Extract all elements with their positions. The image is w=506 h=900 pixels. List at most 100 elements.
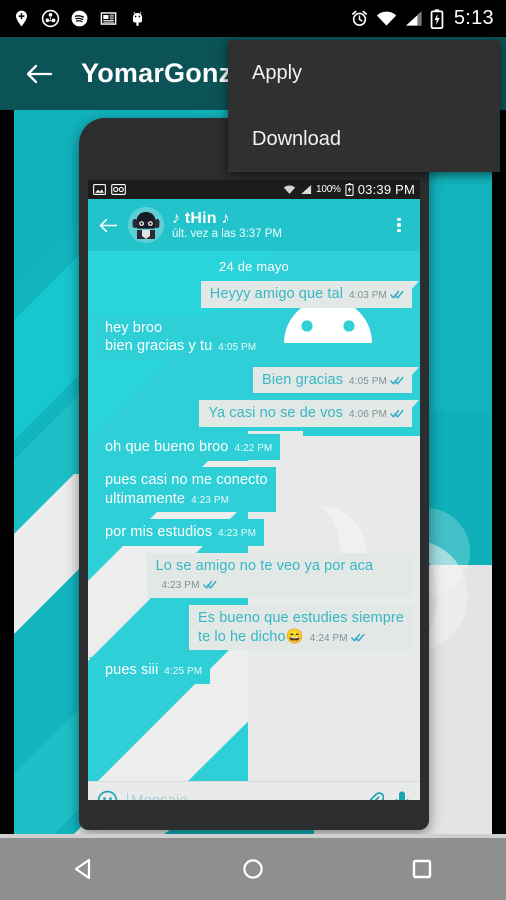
message-time: 4:03 PM [349,290,387,301]
outgoing-message-bubble[interactable]: Ya casi no se de vos 4:06 PM [199,400,419,427]
incoming-message-bubble[interactable]: pues siii 4:25 PM [88,657,211,684]
back-arrow-icon [26,64,53,83]
message-time: 4:24 PM [309,632,348,644]
message-text: Lo se amigo no te veo ya por aca [155,557,374,574]
chat-last-seen: últ. vez a las 3:37 PM [172,227,282,240]
inner-status-icons-left [93,184,126,195]
outgoing-message-bubble[interactable]: Bien gracias 4:05 PM [253,366,419,394]
phone-mockup: 100% 03:39 PM ♪ tHin ♪ últ. vez a las 3:… [79,118,429,830]
overflow-menu[interactable]: Apply Download [228,40,500,172]
message-input[interactable]: Mensaje [131,792,355,800]
message-meta: 4:05 PM [349,371,404,390]
chat-contact-name: ♪ tHin ♪ [172,209,230,227]
chat-input-bar[interactable]: Mensaje [88,781,420,800]
chat-message-row: Lo se amigo no te veo ya por aca 4:23 PM [96,552,420,605]
avatar[interactable] [128,207,164,243]
outgoing-message-bubble[interactable]: Es bueno que estudies siempre te lo he di… [188,605,420,651]
spotify-icon [70,9,89,28]
message-text: por mis estudios [105,524,213,541]
read-ticks-icon [350,629,365,648]
chat-back-button[interactable] [96,217,120,234]
message-meta: 4:24 PM [310,628,365,647]
chat-overflow-button[interactable] [390,217,412,233]
read-ticks-icon [202,576,217,595]
menu-item-apply[interactable]: Apply [228,40,500,106]
read-ticks-icon [390,372,404,391]
status-icons-right: 5:13 [350,7,494,30]
message-time: 4:23 PM [218,528,257,540]
outgoing-message-bubble[interactable]: Heyyy amigo que tal 4:03 PM [200,281,420,308]
message-time: 4:23 PM [191,494,230,506]
message-time: 4:06 PM [349,409,387,421]
message-meta: 4:03 PM [349,285,404,304]
back-arrow-icon [99,218,118,232]
incoming-message-bubble[interactable]: pues casi no me conecto ultimamente 4:23 P… [89,467,276,513]
message-meta: 4:25 PM [164,661,202,680]
message-meta: 4:23 PM [218,523,256,542]
recents-nav-button[interactable] [399,846,445,892]
read-ticks-icon [390,286,404,305]
image-icon [93,184,106,195]
battery-charging-icon [345,183,354,196]
chat-message-row: hey broo bien gracias y tu 4:05 PM [88,314,412,367]
message-text: oh que bueno broo [105,438,229,455]
cellular-signal-icon [404,10,423,27]
read-ticks-icon [390,405,404,424]
wallpaper-preview[interactable]: 100% 03:39 PM ♪ tHin ♪ últ. vez a las 3:… [14,110,492,834]
cast-circle-icon [41,9,60,28]
voicemail-icon [111,184,126,195]
square-recents-icon [412,859,431,879]
chat-body: 24 de mayo Heyyy amigo que tal 4:03 PM hey… [88,251,420,781]
paperclip-icon[interactable] [364,791,384,800]
news-card-icon [99,9,118,28]
message-meta: 4:22 PM [234,438,272,457]
message-time: 4:25 PM [164,666,203,678]
wifi-icon [376,10,397,27]
triangle-back-icon [75,858,91,880]
back-nav-button[interactable] [61,846,107,892]
chat-message-row: Es bueno que estudies siempre te lo he di… [96,605,420,657]
inner-status-clock: 03:39 PM [357,182,415,197]
phone-screen: 100% 03:39 PM ♪ tHin ♪ últ. vez a las 3:… [88,180,420,800]
chat-message-row: oh que bueno broo 4:22 PM [88,433,412,468]
wifi-icon [283,184,296,195]
page-title: YomarGonz [81,58,233,88]
android-bot-icon [128,9,147,28]
inner-status-bar: 100% 03:39 PM [88,180,420,199]
message-time: 4:05 PM [349,375,387,387]
chat-message-row: por mis estudios 4:23 PM [88,519,412,553]
message-text: Heyyy amigo que tal [209,286,344,302]
phone-bottom-bezel [79,800,429,830]
message-text: Bien gracias [262,371,344,388]
message-time: 4:23 PM [161,580,200,592]
message-text: pues casi no me conecto ultimamente [105,472,268,507]
microphone-icon[interactable] [393,790,411,800]
incoming-message-bubble[interactable]: hey broo bien gracias y tu 4:05 PM [88,314,265,360]
input-caret [127,792,128,800]
inner-status-icons-right: 100% 03:39 PM [283,182,415,197]
chat-date-separator: 24 de mayo [219,259,289,274]
battery-percent-label: 100% [315,184,341,195]
message-meta: 4:23 PM [162,575,217,594]
incoming-message-bubble[interactable]: oh que bueno broo 4:22 PM [88,433,281,461]
status-icons-left [12,9,147,28]
cellular-signal-icon [300,184,312,195]
chat-message-list: 24 de mayo Heyyy amigo que tal 4:03 PM hey… [88,251,420,781]
message-time: 4:05 PM [218,342,257,354]
location-pin-plus-icon [12,9,31,28]
chat-message-row: Bien gracias 4:05 PM [96,366,419,401]
system-status-bar: 5:13 [0,0,506,37]
message-meta: 4:06 PM [349,404,404,423]
message-text: pues siii [105,662,159,679]
alarm-icon [350,9,369,28]
home-nav-button[interactable] [230,846,276,892]
incoming-message-bubble[interactable]: por mis estudios 4:23 PM [88,519,265,546]
chat-messages-container: Heyyy amigo que tal 4:03 PM hey broo bien g… [88,281,420,691]
back-button[interactable] [22,57,56,91]
emoji-smiley-icon[interactable] [97,790,118,800]
menu-item-download[interactable]: Download [228,106,500,172]
message-time: 4:22 PM [234,442,273,454]
message-text: Es bueno que estudies siempre te lo he di… [197,610,404,645]
message-meta: 4:23 PM [191,490,229,509]
outgoing-message-bubble[interactable]: Lo se amigo no te veo ya por aca 4:23 PM [146,552,420,599]
